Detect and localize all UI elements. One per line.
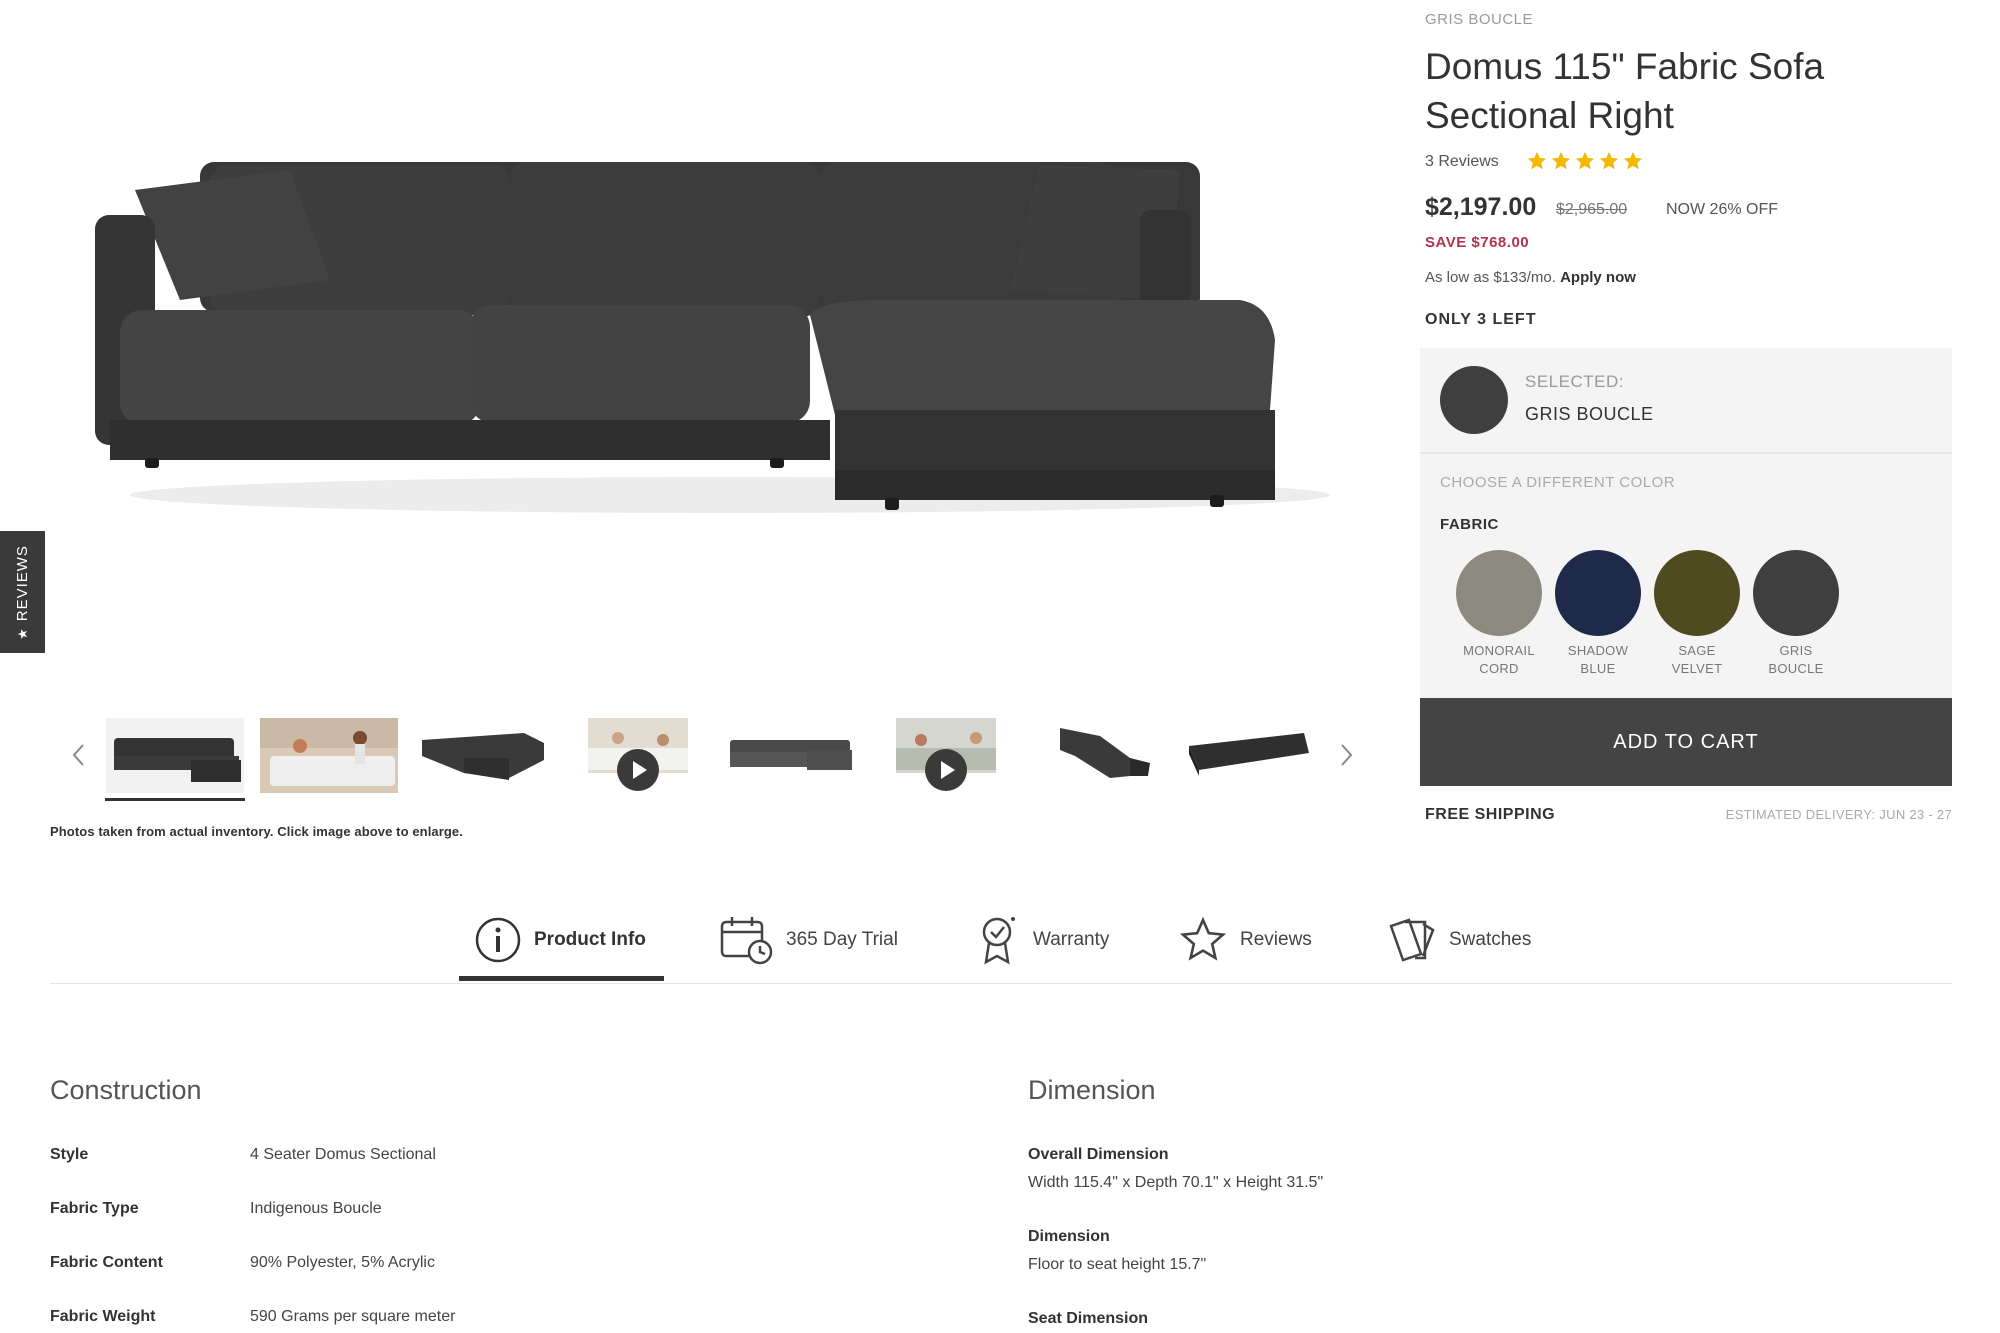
tab-label: Reviews xyxy=(1240,929,1312,950)
financing-line: As low as $133/mo. Apply now xyxy=(1425,269,1636,286)
tabs-divider xyxy=(50,983,1952,984)
choose-color-label: CHOOSE A DIFFERENT COLOR xyxy=(1440,474,1676,491)
chevron-right-icon xyxy=(1341,744,1353,766)
price-original: $2,965.00 xyxy=(1556,201,1628,218)
swatch-monorail-cord[interactable] xyxy=(1456,550,1542,636)
product-main-image[interactable] xyxy=(90,140,1370,540)
swatch-cards-icon xyxy=(1389,918,1435,962)
tab-product-info[interactable]: Product Info xyxy=(474,900,646,980)
swatch-gris-boucle[interactable] xyxy=(1753,550,1839,636)
spec-key-fabric-weight: Fabric Weight xyxy=(50,1308,156,1325)
star-filled-icon xyxy=(1623,151,1643,170)
play-icon xyxy=(925,749,967,791)
swatch-label-monorail-cord: MONORAIL CORD xyxy=(1463,643,1535,676)
tab-label: 365 Day Trial xyxy=(786,929,898,950)
apply-now-link[interactable]: Apply now xyxy=(1560,269,1636,286)
info-icon xyxy=(475,917,521,963)
star-icon: ★ xyxy=(14,626,30,640)
gallery-thumbnail-6-video[interactable] xyxy=(876,718,1014,793)
star-outline-icon xyxy=(1179,916,1227,961)
product-title: Domus 115" Fabric Sofa Sectional Right xyxy=(1425,46,1825,136)
panel-divider xyxy=(1420,452,1952,454)
rating-stars[interactable] xyxy=(1526,150,1644,172)
free-shipping-label: FREE SHIPPING xyxy=(1425,806,1556,823)
tab-reviews[interactable]: Reviews xyxy=(1178,900,1312,980)
spec-key-style: Style xyxy=(50,1146,89,1163)
thumbnail-active-indicator xyxy=(105,798,245,801)
gallery-next-button[interactable] xyxy=(1332,735,1362,775)
swatch-label-sage-velvet: SAGE VELVET xyxy=(1671,643,1723,676)
star-filled-icon xyxy=(1527,151,1547,170)
spec-key-fabric-content: Fabric Content xyxy=(50,1254,163,1271)
swatch-shadow-blue[interactable] xyxy=(1555,550,1641,636)
tab-label: Product Info xyxy=(534,929,646,950)
spec-key-seat-dimension: Seat Dimension xyxy=(1028,1310,1149,1327)
ribbon-badge-icon xyxy=(982,917,1015,965)
photos-note: Photos taken from actual inventory. Clic… xyxy=(50,824,463,839)
tab-warranty[interactable]: Warranty xyxy=(975,900,1109,980)
active-tab-indicator xyxy=(459,976,664,981)
chevron-left-icon xyxy=(72,744,84,766)
star-filled-icon xyxy=(1575,151,1595,170)
spec-key-dimension: Dimension xyxy=(1028,1228,1110,1245)
swatch-label-gris-boucle: GRIS BOUCLE xyxy=(1768,643,1824,676)
stock-status: ONLY 3 LEFT xyxy=(1425,311,1537,328)
spec-value-fabric-type: Indigenous Boucle xyxy=(250,1200,382,1217)
calendar-clock-icon xyxy=(720,917,773,965)
swatch-sage-velvet[interactable] xyxy=(1654,550,1740,636)
gallery-thumbnail-5[interactable] xyxy=(722,718,860,793)
add-to-cart-button[interactable]: ADD TO CART xyxy=(1420,698,1952,786)
selected-color-label: SELECTED: xyxy=(1525,372,1624,391)
selected-color-swatch xyxy=(1440,366,1508,434)
tab-label: Swatches xyxy=(1449,929,1532,950)
selected-color-value: GRIS BOUCLE xyxy=(1525,404,1654,424)
financing-text: As low as $133/mo. xyxy=(1425,269,1556,286)
spec-value-overall-dimension: Width 115.4" x Depth 70.1" x Height 31.5… xyxy=(1028,1174,1324,1191)
reviews-count-link[interactable]: 3 Reviews xyxy=(1425,153,1499,171)
spec-value-fabric-weight: 590 Grams per square meter xyxy=(250,1308,456,1325)
spec-key-fabric-type: Fabric Type xyxy=(50,1200,139,1217)
reviews-side-tab-label: REVIEWS xyxy=(14,544,31,621)
play-icon xyxy=(617,749,659,791)
construction-heading: Construction xyxy=(50,1075,202,1105)
price-current: $2,197.00 xyxy=(1425,193,1537,221)
color-eyebrow: GRIS BOUCLE xyxy=(1425,11,1534,28)
gallery-thumbnail-3[interactable] xyxy=(414,718,552,793)
gallery-thumbnail-2[interactable] xyxy=(260,718,398,793)
dimension-heading: Dimension xyxy=(1028,1075,1156,1105)
tab-swatches[interactable]: Swatches xyxy=(1385,900,1531,980)
gallery-thumbnail-1[interactable] xyxy=(106,718,244,793)
gallery-thumbnail-4-video[interactable] xyxy=(568,718,706,793)
discount-label: NOW 26% OFF xyxy=(1666,201,1779,218)
estimated-delivery: ESTIMATED DELIVERY: JUN 23 - 27 xyxy=(1725,807,1952,822)
savings-label: SAVE $768.00 xyxy=(1425,234,1530,251)
gallery-thumbnail-8[interactable] xyxy=(1184,718,1322,793)
star-filled-icon xyxy=(1551,151,1571,170)
tab-365-day-trial[interactable]: 365 Day Trial xyxy=(718,900,898,980)
star-filled-icon xyxy=(1599,151,1619,170)
tab-label: Warranty xyxy=(1033,929,1110,950)
spec-key-overall-dimension: Overall Dimension xyxy=(1028,1146,1169,1163)
gallery-prev-button[interactable] xyxy=(63,735,93,775)
spec-value-fabric-content: 90% Polyester, 5% Acrylic xyxy=(250,1254,435,1271)
reviews-side-tab[interactable]: ★ REVIEWS xyxy=(0,531,45,653)
fabric-group-label: FABRIC xyxy=(1440,516,1499,533)
spec-value-style: 4 Seater Domus Sectional xyxy=(250,1146,436,1163)
spec-value-dimension: Floor to seat height 15.7" xyxy=(1028,1256,1207,1273)
swatch-label-shadow-blue: SHADOW BLUE xyxy=(1567,643,1629,676)
gallery-thumbnail-7[interactable] xyxy=(1030,718,1168,793)
